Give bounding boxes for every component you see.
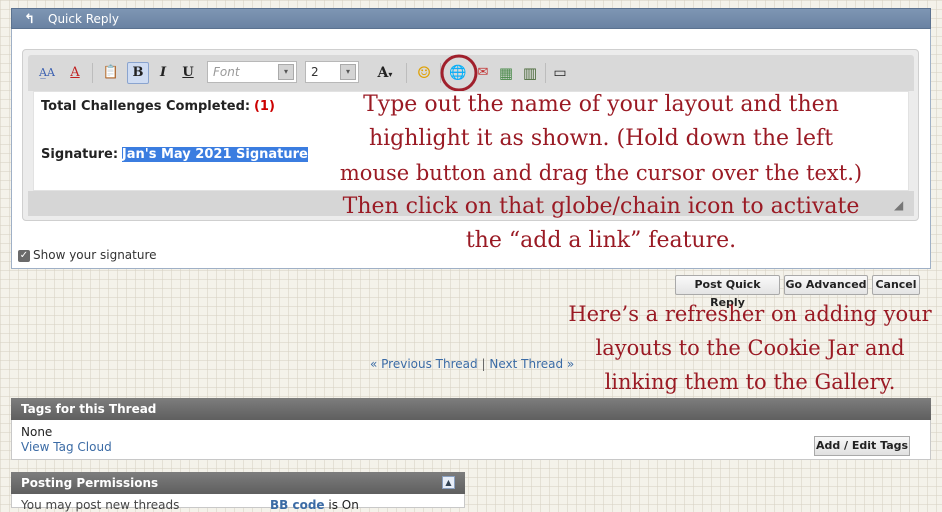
tags-value: None: [21, 425, 53, 439]
smilie-icon[interactable]: ☺: [413, 62, 435, 84]
permissions-panel-title: Posting Permissions: [21, 476, 159, 490]
callout-line: layouts to the Cookie Jar and: [595, 336, 905, 360]
permissions-panel-header: Posting Permissions: [11, 472, 465, 494]
back-arrow-icon[interactable]: ↰: [24, 9, 35, 30]
remove-format-icon[interactable]: A̲A: [36, 62, 58, 84]
paste-icon[interactable]: 📋: [100, 62, 122, 84]
instruction-callout: Type out the name of your layout and the…: [328, 88, 874, 258]
callout-line: mouse button and drag the cursor over th…: [339, 161, 863, 185]
font-color-icon[interactable]: A: [64, 62, 86, 84]
refresher-callout: Here’s a refresher on adding your layout…: [560, 297, 940, 399]
permission-row-text: You may post new threads: [21, 498, 180, 512]
add-edit-tags-button[interactable]: Add / Edit Tags: [814, 436, 910, 456]
checkmark-icon[interactable]: ✓: [18, 249, 30, 262]
collapse-icon[interactable]: ▲: [442, 476, 455, 489]
insert-image-icon[interactable]: ▦: [495, 62, 517, 84]
show-signature-label: Show your signature: [33, 248, 157, 262]
callout-line: the “add a link” feature.: [465, 228, 737, 253]
view-tag-cloud-link[interactable]: View Tag Cloud: [21, 440, 112, 454]
next-thread-link[interactable]: Next Thread »: [489, 357, 574, 371]
challenges-label: Total Challenges Completed:: [41, 99, 251, 114]
size-select[interactable]: 2 ▾: [305, 61, 359, 83]
editor-line-2: Signature: Jan's May 2021 Signature: [41, 147, 308, 162]
tags-panel-title: Tags for this Thread: [21, 402, 157, 416]
toolbar-separator: [406, 63, 407, 83]
bb-code-status: BB code is On: [270, 498, 359, 512]
show-signature-option[interactable]: ✓ Show your signature: [18, 248, 157, 262]
nav-separator: |: [481, 357, 486, 371]
callout-line: Then click on that globe/chain icon to a…: [342, 194, 860, 219]
quote-icon[interactable]: ▭: [549, 62, 571, 84]
chevron-down-icon: ▾: [340, 64, 356, 80]
toolbar-separator: [92, 63, 93, 83]
cancel-button[interactable]: Cancel: [872, 275, 920, 295]
insert-video-icon[interactable]: ▥: [519, 62, 541, 84]
quick-reply-title: Quick Reply: [48, 12, 119, 26]
chevron-down-icon: ▾: [388, 69, 393, 79]
callout-line: highlight it as shown. (Hold down the le…: [368, 126, 834, 151]
chevron-down-icon: ▾: [278, 64, 294, 80]
tags-panel-body: [11, 420, 931, 460]
previous-thread-link[interactable]: « Previous Thread: [370, 357, 478, 371]
underline-button[interactable]: U: [177, 62, 199, 84]
go-advanced-button[interactable]: Go Advanced: [784, 275, 868, 295]
text-color-button[interactable]: A▾: [370, 62, 400, 84]
challenges-count: (1): [253, 99, 275, 114]
selected-text[interactable]: Jan's May 2021 Signature: [121, 147, 308, 162]
callout-line: Here’s a refresher on adding your: [568, 302, 932, 326]
font-select-value: Font: [213, 65, 240, 79]
size-select-value: 2: [311, 65, 319, 79]
italic-button[interactable]: I: [152, 62, 174, 84]
bold-button[interactable]: B: [127, 62, 149, 84]
bb-code-link[interactable]: BB code: [270, 498, 325, 512]
bb-code-state: is On: [328, 498, 359, 512]
text-color-icon: A: [377, 65, 389, 81]
editor-line-1: Total Challenges Completed: (1): [41, 99, 275, 114]
callout-line: Type out the name of your layout and the…: [363, 92, 839, 117]
font-select[interactable]: Font ▾: [207, 61, 297, 83]
toolbar-separator: [545, 63, 546, 83]
signature-label: Signature:: [41, 147, 119, 162]
thread-navigation: « Previous Thread | Next Thread »: [370, 357, 574, 371]
tags-panel-header: Tags for this Thread: [11, 398, 931, 420]
callout-line: linking them to the Gallery.: [604, 370, 896, 394]
resize-grip-icon[interactable]: ◢: [894, 198, 903, 212]
post-quick-reply-button[interactable]: Post Quick Reply: [675, 275, 780, 309]
quick-reply-header: ↰ Quick Reply: [11, 8, 931, 29]
